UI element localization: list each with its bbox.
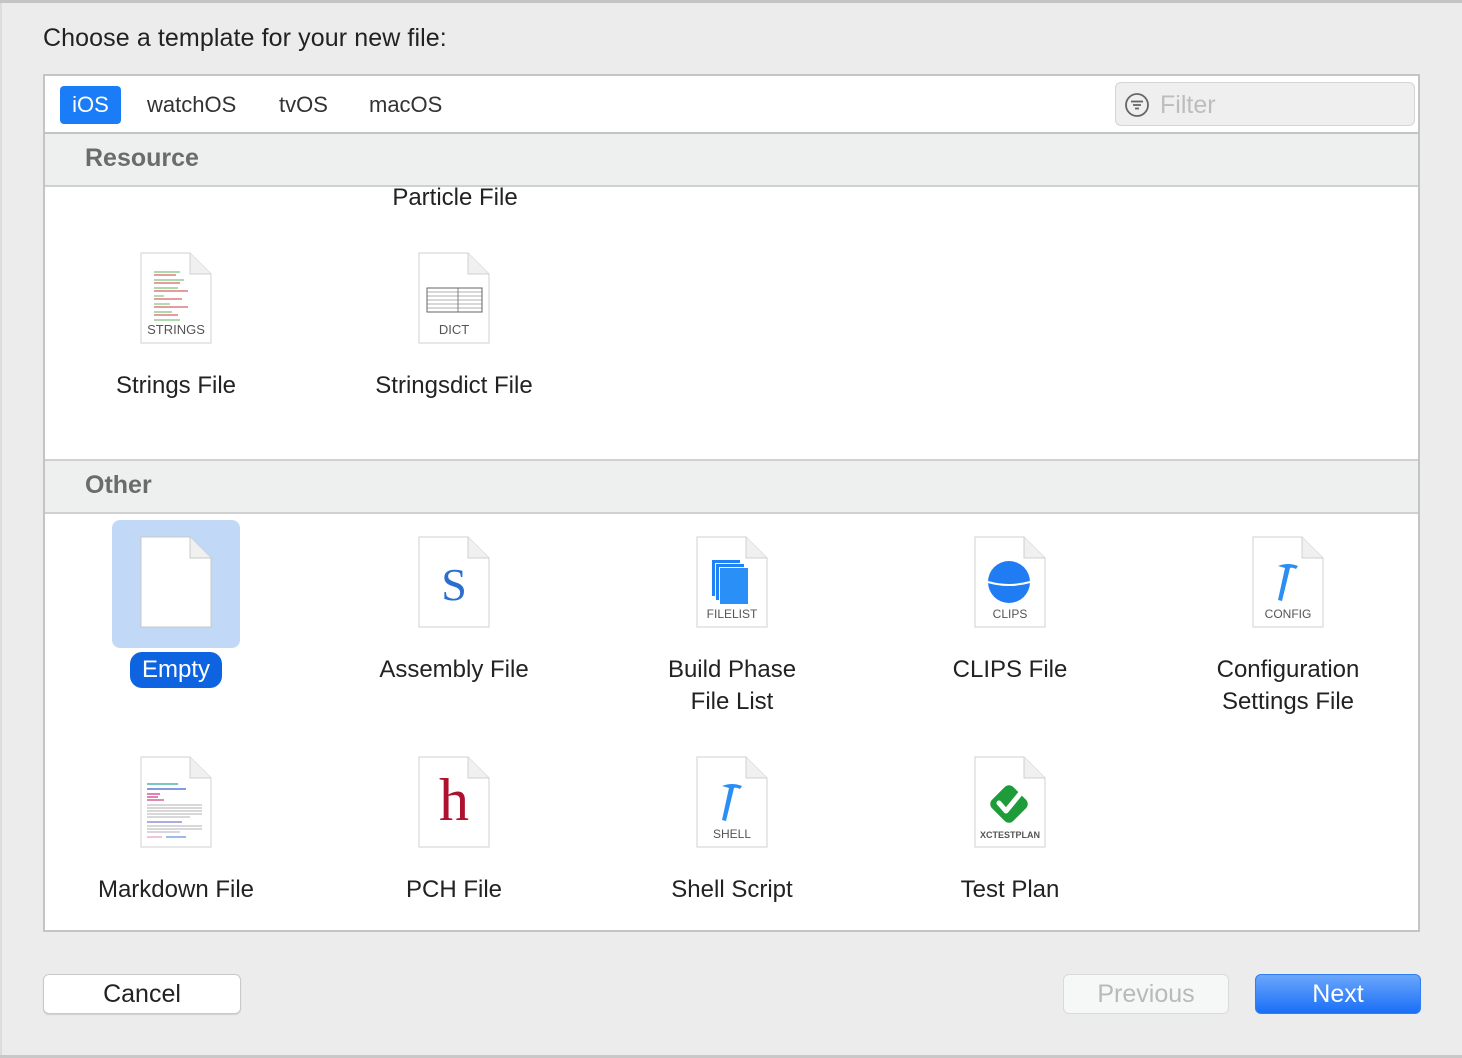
template-item-clips-file[interactable]: CLIPS CLIPS File [890, 520, 1130, 688]
template-item-empty[interactable]: Empty [56, 520, 296, 688]
template-item-label: PCH File [405, 876, 502, 903]
section-title-other: Other [85, 471, 152, 499]
template-item-label: Markdown File [97, 876, 255, 903]
filter-icon [1125, 93, 1149, 117]
template-item-particle-file-label[interactable]: Particle File [320, 184, 590, 212]
next-button[interactable]: Next [1255, 974, 1421, 1014]
template-item-label: Empty [129, 652, 222, 688]
template-panel: iOS watchOS tvOS macOS Resource Particle… [43, 74, 1420, 932]
previous-button[interactable]: Previous [1063, 974, 1229, 1014]
tab-ios[interactable]: iOS [60, 86, 121, 124]
xctestplan-badge: XCTESTPLAN [979, 830, 1040, 840]
template-item-configuration-settings-file[interactable]: CONFIG Configuration Settings File [1168, 520, 1408, 720]
clips-badge: CLIPS [992, 607, 1028, 621]
template-item-markdown-file[interactable]: Markdown File [56, 740, 296, 908]
template-item-pch-file[interactable]: h PCH File [334, 740, 574, 908]
template-item-label: Shell Script [671, 876, 793, 903]
assembly-glyph: S [441, 559, 467, 610]
template-item-strings-file[interactable]: STRINGS Strings File [56, 236, 296, 404]
template-item-stringsdict-file[interactable]: DICT Stringsdict File [334, 236, 574, 404]
strings-badge: STRINGS [147, 322, 205, 337]
cancel-button[interactable]: Cancel [43, 974, 241, 1014]
template-item-build-phase-file-list[interactable]: FILELIST Build Phase File List [612, 520, 852, 720]
template-item-label: Stringsdict File [375, 372, 533, 399]
empty-file-icon [140, 536, 212, 628]
window-left-edge [0, 3, 2, 1055]
shell-badge: SHELL [712, 827, 752, 841]
window-top-edge [0, 0, 1462, 3]
platform-tab-bar: iOS watchOS tvOS macOS [45, 76, 1418, 134]
tab-watchos[interactable]: watchOS [137, 86, 246, 124]
template-item-label: Strings File [115, 372, 237, 399]
dict-badge: DICT [438, 322, 470, 337]
template-item-label: Configuration Settings File [1216, 656, 1360, 715]
template-item-label: Test Plan [960, 876, 1060, 903]
tab-macos[interactable]: macOS [359, 86, 452, 124]
filter-input[interactable] [1158, 87, 1402, 123]
section-header-other: Other [45, 459, 1418, 514]
template-item-label: CLIPS File [952, 656, 1068, 683]
tab-tvos[interactable]: tvOS [269, 86, 338, 124]
template-item-shell-script[interactable]: SHELL Shell Script [612, 740, 852, 908]
section-title-resource: Resource [85, 144, 199, 172]
filter-field[interactable] [1115, 82, 1415, 126]
template-item-label: Assembly File [379, 656, 529, 683]
config-badge: CONFIG [1264, 607, 1312, 621]
section-header-resource: Resource [45, 134, 1418, 187]
template-item-assembly-file[interactable]: S Assembly File [334, 520, 574, 688]
dialog-prompt: Choose a template for your new file: [43, 24, 447, 52]
markdown-file-icon [140, 756, 212, 848]
template-item-test-plan[interactable]: XCTESTPLAN Test Plan [890, 740, 1130, 908]
selection-highlight [112, 520, 240, 648]
pch-glyph: h [439, 767, 469, 833]
template-item-label: Build Phase File List [667, 656, 797, 715]
filelist-badge: FILELIST [706, 607, 758, 621]
